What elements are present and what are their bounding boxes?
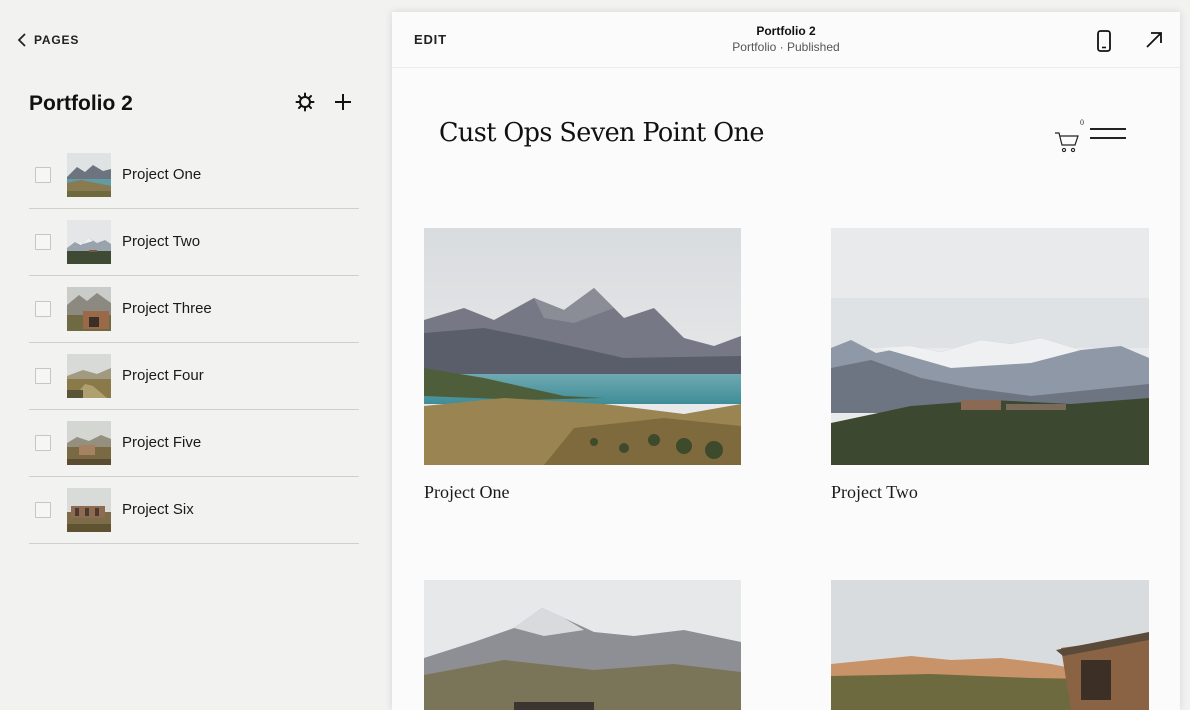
select-checkbox[interactable] bbox=[35, 368, 51, 384]
select-checkbox[interactable] bbox=[35, 234, 51, 250]
list-item[interactable]: Project Five bbox=[29, 410, 359, 477]
preview-title-block: Portfolio 2 Portfolio · Published bbox=[392, 24, 1180, 54]
list-item[interactable]: Project One bbox=[29, 142, 359, 209]
project-image bbox=[424, 228, 741, 465]
back-label: PAGES bbox=[34, 33, 80, 47]
list-item[interactable]: Project Two bbox=[29, 209, 359, 276]
open-external-icon[interactable] bbox=[1144, 30, 1164, 50]
project-image bbox=[831, 228, 1149, 465]
portfolio-grid-item[interactable] bbox=[424, 580, 741, 710]
site-header: Cust Ops Seven Point One 0 bbox=[392, 68, 1180, 188]
project-list: Project One Project Two Project Three Pr… bbox=[29, 142, 359, 544]
list-item-label: Project Six bbox=[122, 501, 194, 518]
list-item-label: Project Four bbox=[122, 367, 204, 384]
page-settings-button[interactable] bbox=[294, 91, 316, 113]
preview-toolbar: EDIT Portfolio 2 Portfolio · Published bbox=[392, 12, 1180, 68]
select-checkbox[interactable] bbox=[35, 435, 51, 451]
grid-item-label[interactable]: Project Two bbox=[831, 482, 918, 503]
select-checkbox[interactable] bbox=[35, 167, 51, 183]
pages-sidebar: PAGES Portfolio 2 Project One Project Tw… bbox=[0, 0, 392, 710]
portfolio-grid-item[interactable] bbox=[831, 228, 1149, 465]
portfolio-grid-item[interactable] bbox=[424, 228, 741, 465]
site-title[interactable]: Cust Ops Seven Point One bbox=[439, 118, 764, 148]
project-thumbnail bbox=[67, 354, 111, 398]
cart-count: 0 bbox=[1080, 118, 1084, 127]
select-checkbox[interactable] bbox=[35, 502, 51, 518]
project-thumbnail bbox=[67, 287, 111, 331]
add-page-button[interactable] bbox=[332, 91, 354, 113]
list-item[interactable]: Project Three bbox=[29, 276, 359, 343]
project-thumbnail bbox=[67, 421, 111, 465]
project-thumbnail bbox=[67, 488, 111, 532]
portfolio-grid-item[interactable] bbox=[831, 580, 1149, 710]
list-item-label: Project Three bbox=[122, 300, 212, 317]
hamburger-menu-icon[interactable] bbox=[1090, 126, 1128, 146]
page-actions bbox=[294, 91, 354, 113]
cart-icon[interactable] bbox=[1054, 130, 1080, 154]
project-thumbnail bbox=[67, 220, 111, 264]
list-item-label: Project Two bbox=[122, 233, 201, 250]
page-title: Portfolio 2 bbox=[29, 92, 133, 115]
site-preview: EDIT Portfolio 2 Portfolio · Published C… bbox=[392, 12, 1180, 710]
back-to-pages-link[interactable]: PAGES bbox=[16, 30, 79, 50]
select-checkbox[interactable] bbox=[35, 301, 51, 317]
project-image bbox=[424, 580, 741, 710]
preview-page-title: Portfolio 2 bbox=[756, 24, 816, 38]
list-item[interactable]: Project Four bbox=[29, 343, 359, 410]
list-item-label: Project Five bbox=[122, 434, 202, 451]
project-thumbnail bbox=[67, 153, 111, 197]
project-image bbox=[831, 580, 1149, 710]
list-item[interactable]: Project Six bbox=[29, 477, 359, 544]
list-item-label: Project One bbox=[122, 166, 202, 183]
grid-item-label[interactable]: Project One bbox=[424, 482, 509, 503]
plus-icon bbox=[335, 94, 351, 110]
gear-icon bbox=[295, 92, 315, 112]
edit-button[interactable]: EDIT bbox=[414, 32, 447, 47]
mobile-phone-icon[interactable] bbox=[1095, 29, 1113, 53]
chevron-left-icon bbox=[17, 33, 26, 47]
preview-page-status: Portfolio · Published bbox=[732, 40, 840, 54]
